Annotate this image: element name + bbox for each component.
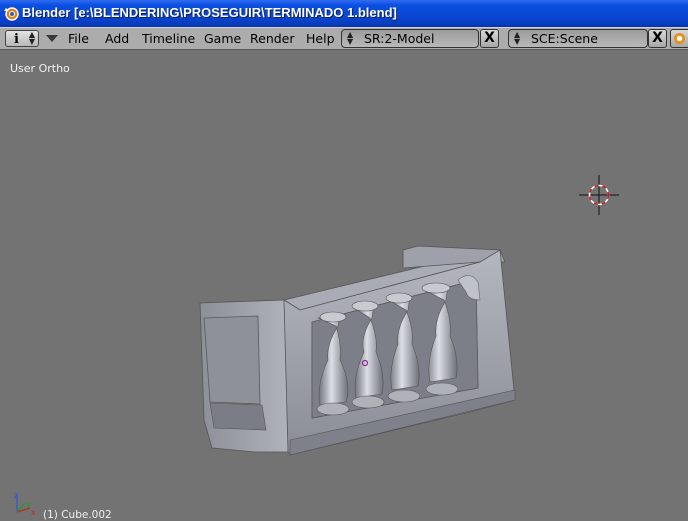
3d-viewport[interactable]: User Ortho z x y (1) Cube.002 [0,50,688,521]
axis-label-z: z [14,491,18,500]
scene-selector[interactable]: ▲ ▼ SCE:Scene [508,29,648,48]
menu-file[interactable]: File [68,31,89,46]
editor-type-menu[interactable]: i ▲ ▼ [5,30,39,47]
updown-arrows-icon: ▲ ▼ [514,30,521,46]
updown-arrows-icon: ▲ ▼ [347,30,354,46]
collapse-menus-toggle-icon[interactable] [46,35,58,42]
updown-arrows-icon: ▲ ▼ [28,30,35,46]
axis-label-y: y [26,500,31,509]
active-object-label: (1) Cube.002 [43,509,112,521]
menu-game[interactable]: Game [204,31,241,46]
axis-gizmo-icon: z x y [14,491,36,517]
window-title: Blender [e:\BLENDERING\PROSEGUIR\TERMINA… [22,5,397,20]
scene-name: SCE:Scene [531,31,598,46]
3d-cursor-icon[interactable] [579,175,619,215]
render-icon [674,33,685,44]
blender-logo-icon [4,7,19,21]
scene-canvas: z x y [14,175,619,517]
info-icon: i [14,32,19,47]
delete-screen-button[interactable]: X [480,29,499,48]
balustrade-model[interactable] [199,245,516,456]
window-titlebar[interactable]: Blender [e:\BLENDERING\PROSEGUIR\TERMINA… [0,0,688,27]
model-left-block-face [203,315,261,405]
header-bar: i ▲ ▼ File Add Timeline Game Render Help … [0,27,688,50]
menu-render[interactable]: Render [250,31,295,46]
delete-scene-button[interactable]: X [648,29,667,48]
render-button[interactable] [670,29,688,48]
menu-add[interactable]: Add [105,31,129,46]
menu-help[interactable]: Help [306,31,335,46]
screen-name: SR:2-Model [364,31,435,46]
axis-label-x: x [31,508,36,517]
menu-timeline[interactable]: Timeline [142,31,195,46]
screen-selector[interactable]: ▲ ▼ SR:2-Model [341,29,479,48]
model-left-block-bottom [209,402,267,431]
